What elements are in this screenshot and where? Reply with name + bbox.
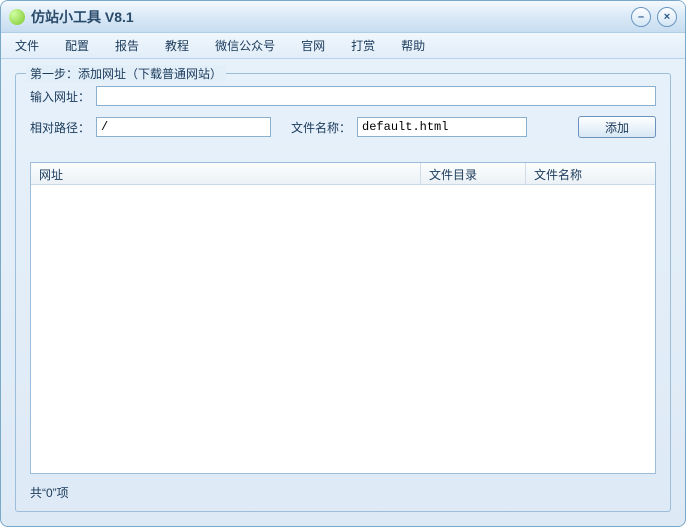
url-input[interactable] [96, 86, 656, 106]
window-title: 仿站小工具 V8.1 [31, 7, 631, 27]
url-table: 网址 文件目录 文件名称 [30, 162, 656, 474]
menu-website[interactable]: 官网 [297, 35, 329, 56]
window-controls: – × [631, 7, 677, 27]
col-name[interactable]: 文件名称 [526, 163, 655, 184]
menubar: 文件 配置 报告 教程 微信公众号 官网 打赏 帮助 [1, 33, 685, 59]
menu-donate[interactable]: 打赏 [347, 35, 379, 56]
add-button[interactable]: 添加 [578, 116, 656, 138]
step1-fieldset: 第一步：添加网址（下载普通网站） 输入网址： 相对路径： 文件名称： 添加 网址… [15, 73, 671, 512]
menu-config[interactable]: 配置 [61, 35, 93, 56]
url-label: 输入网址： [30, 88, 90, 105]
menu-wechat[interactable]: 微信公众号 [211, 35, 279, 56]
path-input[interactable] [96, 117, 271, 137]
table-header: 网址 文件目录 文件名称 [31, 163, 655, 185]
menu-report[interactable]: 报告 [111, 35, 143, 56]
app-window: 仿站小工具 V8.1 – × 文件 配置 报告 教程 微信公众号 官网 打赏 帮… [0, 0, 686, 527]
path-label: 相对路径： [30, 119, 90, 136]
menu-tutorial[interactable]: 教程 [161, 35, 193, 56]
minimize-button[interactable]: – [631, 7, 651, 27]
table-body[interactable] [31, 185, 655, 473]
app-icon [9, 9, 25, 25]
step1-legend: 第一步：添加网址（下载普通网站） [26, 65, 226, 82]
titlebar: 仿站小工具 V8.1 – × [1, 1, 685, 33]
content-area: 第一步：添加网址（下载普通网站） 输入网址： 相对路径： 文件名称： 添加 网址… [1, 59, 685, 526]
menu-file[interactable]: 文件 [11, 35, 43, 56]
col-url[interactable]: 网址 [31, 163, 421, 184]
filename-input[interactable] [357, 117, 527, 137]
close-button[interactable]: × [657, 7, 677, 27]
url-row: 输入网址： [30, 86, 656, 106]
status-text: 共“0”项 [30, 482, 656, 503]
path-row: 相对路径： 文件名称： 添加 [30, 116, 656, 138]
col-dir[interactable]: 文件目录 [421, 163, 526, 184]
filename-label: 文件名称： [291, 119, 351, 136]
menu-help[interactable]: 帮助 [397, 35, 429, 56]
